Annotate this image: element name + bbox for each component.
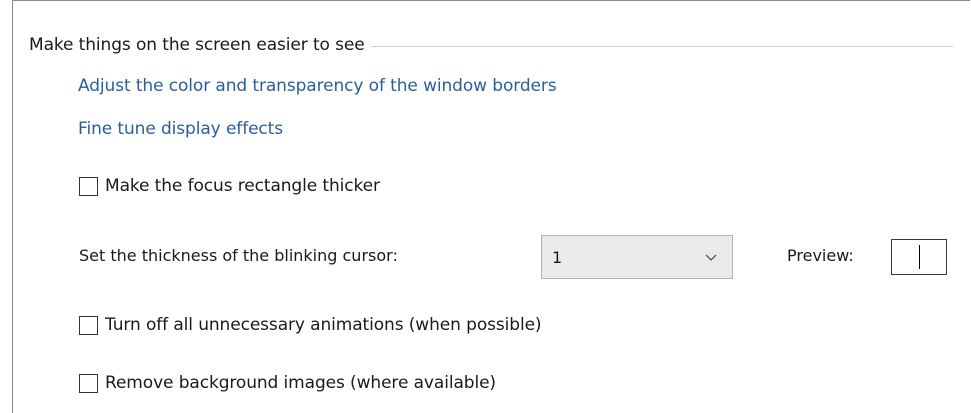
chevron-down-icon <box>705 254 717 261</box>
cursor-preview-caret <box>919 245 920 269</box>
settings-panel <box>12 0 970 413</box>
group-divider <box>370 45 953 47</box>
cursor-thickness-label: Set the thickness of the blinking cursor… <box>79 246 398 265</box>
background-images-option[interactable]: Remove background images (where availabl… <box>79 373 496 393</box>
focus-rectangle-option[interactable]: Make the focus rectangle thicker <box>79 176 380 196</box>
cursor-preview <box>891 239 947 275</box>
focus-rectangle-checkbox[interactable] <box>79 176 98 196</box>
group-header: Make things on the screen easier to see <box>29 34 953 56</box>
group-title: Make things on the screen easier to see <box>29 35 365 55</box>
cursor-thickness-dropdown[interactable]: 1 <box>541 235 733 279</box>
window-borders-link[interactable]: Adjust the color and transparency of the… <box>78 76 557 96</box>
background-images-checkbox[interactable] <box>79 373 98 393</box>
cursor-thickness-value: 1 <box>552 248 563 267</box>
animations-option[interactable]: Turn off all unnecessary animations (whe… <box>79 315 542 335</box>
background-images-label: Remove background images (where availabl… <box>105 373 496 393</box>
focus-rectangle-label: Make the focus rectangle thicker <box>105 176 380 196</box>
preview-label: Preview: <box>787 246 854 265</box>
animations-label: Turn off all unnecessary animations (whe… <box>105 315 542 335</box>
animations-checkbox[interactable] <box>79 315 98 335</box>
display-effects-link[interactable]: Fine tune display effects <box>78 119 283 139</box>
